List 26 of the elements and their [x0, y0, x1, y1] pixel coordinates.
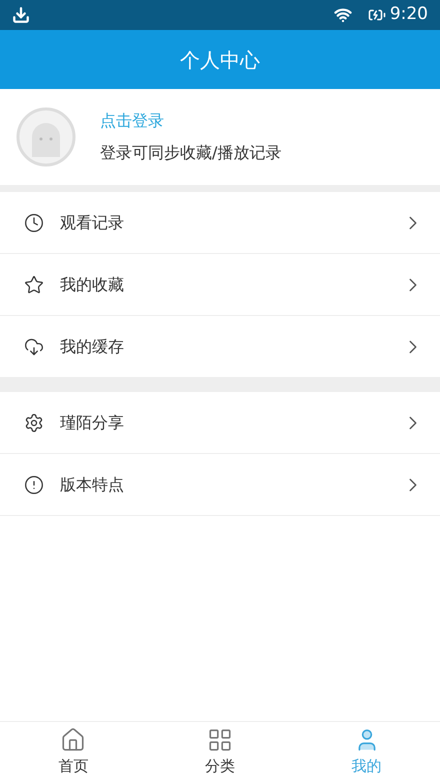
cloud-download-icon [24, 336, 44, 356]
info-icon [24, 474, 44, 494]
profile-card[interactable]: 点击登录 登录可同步收藏/播放记录 [0, 89, 440, 192]
settings-icon [24, 412, 44, 432]
menu-label: 我的缓存 [60, 336, 125, 358]
wifi-icon [334, 6, 352, 24]
menu-item[interactable]: 我的收藏 [0, 254, 440, 316]
download-icon [12, 6, 30, 24]
avatar-icon [16, 107, 76, 167]
login-hint: 登录可同步收藏/播放记录 [100, 142, 282, 164]
menu-item[interactable]: 瑾陌分享 [0, 392, 440, 454]
menu-item[interactable]: 版本特点 [0, 454, 440, 516]
menu-label: 瑾陌分享 [60, 412, 125, 434]
header-title: 个人中心 [180, 46, 260, 74]
home-icon [60, 727, 86, 754]
star-icon [24, 274, 44, 294]
menu-label: 观看记录 [60, 212, 125, 234]
status-time: 9:20 [390, 3, 428, 26]
menu-label: 版本特点 [60, 474, 125, 496]
menu-item[interactable]: 观看记录 [0, 192, 440, 254]
grid-icon [207, 727, 233, 754]
menu-item[interactable]: 我的缓存 [0, 316, 440, 378]
clock-icon [24, 212, 44, 232]
nav-tab[interactable]: 首页 [0, 722, 147, 783]
nav-tab[interactable]: 分类 [146, 722, 294, 783]
menu-label: 我的收藏 [60, 274, 125, 296]
